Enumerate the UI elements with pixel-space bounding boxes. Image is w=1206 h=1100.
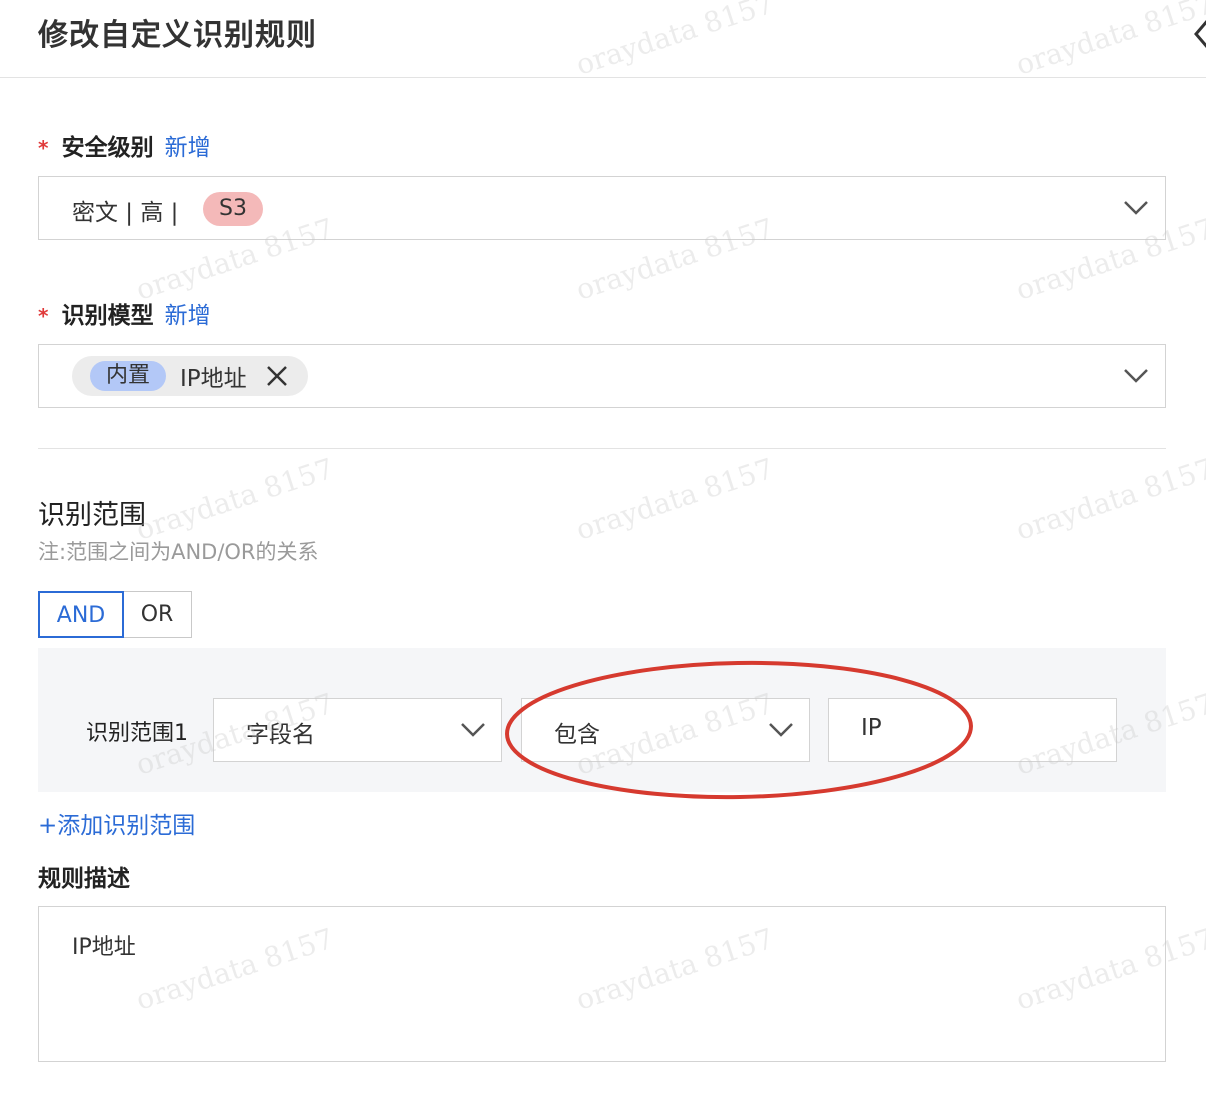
add-scope-link[interactable]: +添加识别范围 xyxy=(38,806,195,840)
required-mark: * xyxy=(38,304,49,328)
model-select[interactable]: 内置 IP地址 xyxy=(38,344,1166,408)
model-tag: 内置 IP地址 xyxy=(72,356,308,396)
remove-tag-icon[interactable] xyxy=(265,364,289,388)
security-level-label: 安全级别 xyxy=(61,135,154,161)
model-tag-name: IP地址 xyxy=(180,366,247,392)
scope-value: IP xyxy=(861,715,882,741)
security-level-select[interactable]: 密文 | 高 | S3 xyxy=(38,176,1166,240)
chevron-down-icon xyxy=(461,723,485,737)
operator-select[interactable]: 包含 xyxy=(521,698,810,762)
required-mark: * xyxy=(38,136,49,160)
dialog-title: 修改自定义识别规则 xyxy=(38,18,317,53)
chevron-down-icon xyxy=(769,723,793,737)
model-label-row: * 识别模型 新增 xyxy=(38,296,211,330)
watermark-text: oraydata 8157 xyxy=(132,452,338,547)
chevron-down-icon xyxy=(1124,201,1148,215)
scope-row-label: 识别范围1 xyxy=(86,721,188,746)
close-icon[interactable] xyxy=(1190,16,1206,52)
model-label: 识别模型 xyxy=(61,303,154,329)
description-textarea[interactable]: IP地址 xyxy=(38,906,1166,1062)
add-model-link[interactable]: 新增 xyxy=(165,303,211,329)
logic-and-button[interactable]: AND xyxy=(38,591,124,638)
builtin-badge: 内置 xyxy=(90,361,167,391)
security-level-value: 密文 | 高 | xyxy=(72,200,179,226)
scope-value-input[interactable]: IP xyxy=(828,698,1117,762)
field-name-select[interactable]: 字段名 xyxy=(213,698,502,762)
watermark-text: oraydata 8157 xyxy=(1012,452,1206,547)
chevron-down-icon xyxy=(1124,369,1148,383)
section-divider xyxy=(38,448,1166,449)
security-level-label-row: * 安全级别 新增 xyxy=(38,128,211,162)
logic-or-button[interactable]: OR xyxy=(122,591,192,638)
sensitivity-badge: S3 xyxy=(203,192,263,226)
scope-title: 识别范围 xyxy=(38,500,146,531)
description-label: 规则描述 xyxy=(38,866,130,892)
watermark-text: oraydata 8157 xyxy=(572,452,778,547)
scope-note: 注:范围之间为AND/OR的关系 xyxy=(38,540,319,564)
add-security-level-link[interactable]: 新增 xyxy=(165,135,211,161)
field-name-value: 字段名 xyxy=(246,722,315,748)
operator-value: 包含 xyxy=(554,722,600,748)
